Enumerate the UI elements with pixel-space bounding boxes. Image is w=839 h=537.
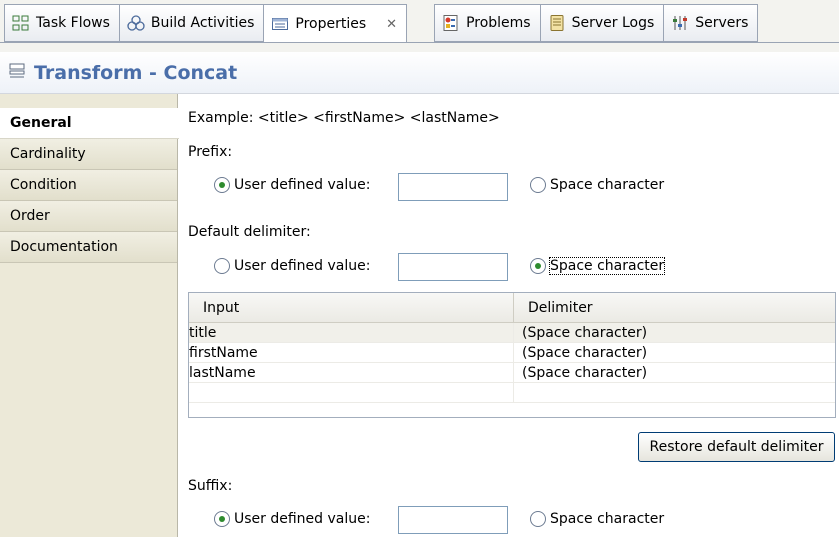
- sidebar-item-condition[interactable]: Condition: [0, 170, 177, 201]
- column-header-input[interactable]: Input: [189, 293, 514, 322]
- restore-default-delimiter-button[interactable]: Restore default delimiter: [638, 432, 835, 462]
- cell-input: title: [189, 323, 514, 342]
- prefix-space-label[interactable]: Space character: [550, 177, 664, 193]
- tab-label: Properties: [295, 16, 367, 32]
- delimiter-table[interactable]: Input Delimiter title (Space character) …: [188, 292, 836, 418]
- tab-server-logs[interactable]: Server Logs: [539, 4, 665, 42]
- suffix-space-radio[interactable]: [530, 511, 546, 527]
- column-header-delimiter[interactable]: Delimiter: [514, 293, 835, 322]
- tab-strip-divider: [0, 42, 839, 43]
- tab-label: Task Flows: [36, 15, 110, 31]
- sidebar-spacer: [0, 94, 177, 108]
- delimiter-user-defined-radio[interactable]: [214, 258, 230, 274]
- problems-icon: [442, 14, 460, 32]
- tab-label: Problems: [466, 15, 531, 31]
- example-text: Example: <title> <firstName> <lastName>: [188, 110, 500, 126]
- tab-label: Build Activities: [150, 15, 255, 31]
- cell-delimiter[interactable]: (Space character): [514, 323, 835, 342]
- build-activities-icon: [127, 14, 145, 32]
- delimiter-space-label[interactable]: Space character: [548, 257, 666, 275]
- server-logs-icon: [548, 14, 566, 32]
- cell-input: lastName: [189, 363, 514, 382]
- prefix-user-defined-radio[interactable]: [214, 177, 230, 193]
- transform-icon: [8, 62, 26, 84]
- table-row-empty: [189, 383, 835, 403]
- delimiter-user-defined-option[interactable]: User defined value:: [214, 258, 370, 274]
- suffix-user-defined-option[interactable]: User defined value:: [214, 511, 370, 527]
- delimiter-user-defined-label[interactable]: User defined value:: [234, 258, 370, 274]
- suffix-user-defined-radio[interactable]: [214, 511, 230, 527]
- suffix-space-option[interactable]: Space character: [530, 511, 664, 527]
- suffix-label: Suffix:: [188, 478, 233, 494]
- tab-build-activities[interactable]: Build Activities: [118, 4, 265, 42]
- properties-header: Transform - Concat: [0, 52, 839, 94]
- cell-empty: [514, 383, 835, 402]
- prefix-space-option[interactable]: Space character: [530, 177, 664, 193]
- tab-label: Servers: [695, 15, 749, 31]
- cell-empty: [189, 383, 514, 402]
- table-row[interactable]: firstName (Space character): [189, 343, 835, 363]
- task-flows-icon: [12, 14, 30, 32]
- properties-sidebar: General Cardinality Condition Order Docu…: [0, 94, 179, 537]
- delimiter-space-radio[interactable]: [530, 258, 546, 274]
- suffix-value-input[interactable]: [398, 506, 508, 534]
- delimiter-value-input[interactable]: [398, 253, 508, 281]
- view-tab-strip: Task Flows Build Activities Properties ✕…: [0, 0, 839, 52]
- tab-servers[interactable]: Servers: [663, 4, 759, 42]
- cell-delimiter[interactable]: (Space character): [514, 363, 835, 382]
- suffix-space-label[interactable]: Space character: [550, 511, 664, 527]
- prefix-value-input[interactable]: [398, 173, 508, 201]
- delimiter-space-option[interactable]: Space character: [530, 257, 666, 275]
- table-row[interactable]: title (Space character): [189, 323, 835, 343]
- prefix-label: Prefix:: [188, 144, 233, 160]
- tab-label: Server Logs: [571, 15, 655, 31]
- cell-delimiter[interactable]: (Space character): [514, 343, 835, 362]
- table-header: Input Delimiter: [189, 293, 835, 323]
- page-title: Transform - Concat: [34, 61, 238, 84]
- prefix-user-defined-label[interactable]: User defined value:: [234, 177, 370, 193]
- suffix-user-defined-label[interactable]: User defined value:: [234, 511, 370, 527]
- default-delimiter-label: Default delimiter:: [188, 224, 311, 240]
- tab-problems[interactable]: Problems: [434, 4, 541, 42]
- servers-icon: [671, 14, 689, 32]
- prefix-user-defined-option[interactable]: User defined value:: [214, 177, 370, 193]
- close-icon[interactable]: ✕: [386, 17, 397, 32]
- general-section: Example: <title> <firstName> <lastName> …: [188, 94, 839, 537]
- sidebar-item-general[interactable]: General: [0, 108, 179, 139]
- sidebar-item-cardinality[interactable]: Cardinality: [0, 139, 177, 170]
- properties-icon: [271, 15, 289, 33]
- sidebar-item-documentation[interactable]: Documentation: [0, 232, 177, 263]
- table-row[interactable]: lastName (Space character): [189, 363, 835, 383]
- tab-properties[interactable]: Properties ✕: [263, 4, 408, 43]
- tab-task-flows[interactable]: Task Flows: [4, 4, 120, 42]
- prefix-space-radio[interactable]: [530, 177, 546, 193]
- cell-input: firstName: [189, 343, 514, 362]
- sidebar-item-order[interactable]: Order: [0, 201, 177, 232]
